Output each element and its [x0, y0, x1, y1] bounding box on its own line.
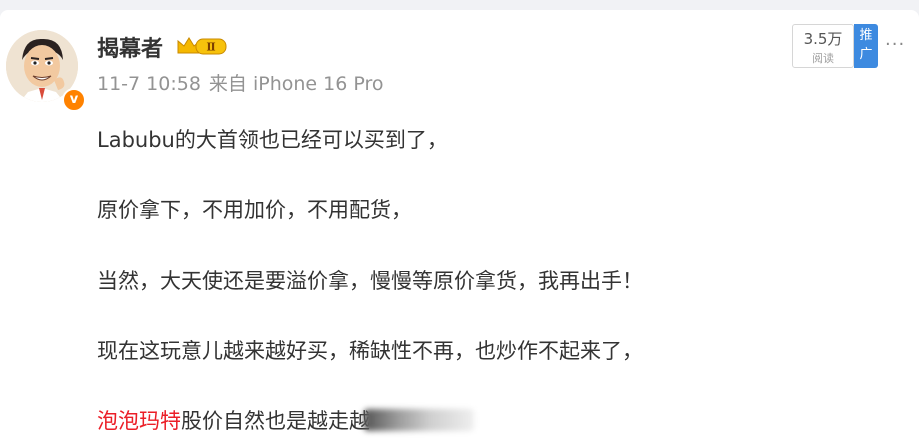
promote-button[interactable]: 推广 — [854, 24, 878, 68]
post-paragraph: 现在这玩意儿越来越好买，稀缺性不再，也炒作不起来了， — [97, 339, 643, 363]
post-paragraph: 当然，大天使还是要溢价拿，慢慢等原价拿货，我再出手！ — [97, 269, 643, 293]
post-paragraph: Labubu的大首领也已经可以买到了， — [97, 128, 448, 152]
post-paragraph-last: 泡泡玛特股价自然也是越走越 — [97, 405, 474, 435]
topic-link[interactable]: 泡泡玛特 — [97, 409, 181, 433]
post-meta: 11-7 10:58 来自 iPhone 16 Pro — [97, 69, 392, 96]
author-name[interactable]: 揭幕者 — [97, 31, 163, 63]
post-paragraph: 原价拿下，不用加价，不用配货， — [97, 198, 412, 222]
more-icon[interactable]: ··· — [885, 34, 905, 55]
level-badge-label: Ⅱ — [206, 41, 215, 54]
verified-badge: v — [62, 88, 86, 112]
crown-badge-icon[interactable]: Ⅱ — [176, 35, 228, 57]
post-paragraph-text: 股价自然也是越走越 — [181, 409, 370, 433]
post-time[interactable]: 11-7 10:58 — [97, 73, 201, 95]
read-count-label: 阅读 — [812, 52, 834, 65]
post-source: 来自 iPhone 16 Pro — [208, 73, 384, 95]
blurred-overlay — [364, 409, 474, 431]
read-count-box: 3.5万 阅读 — [792, 24, 854, 68]
read-count-value: 3.5万 — [803, 30, 843, 48]
